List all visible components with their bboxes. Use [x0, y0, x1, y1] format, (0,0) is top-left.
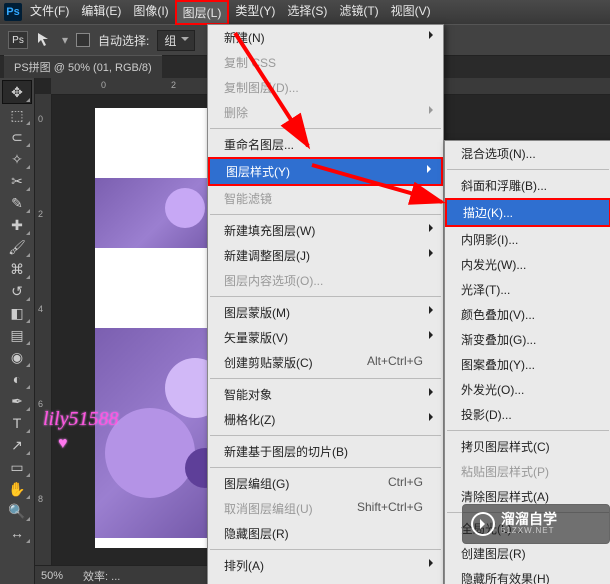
- menu-文件[interactable]: 文件(F): [24, 0, 75, 25]
- layer-menu-item-20[interactable]: 新建基于图层的切片(B): [208, 439, 443, 464]
- auto-select-label: 自动选择:: [98, 32, 149, 49]
- layer-menu-item-9[interactable]: 新建填充图层(W): [208, 218, 443, 243]
- style-menu-item-18[interactable]: 创建图层(R): [445, 541, 610, 566]
- style-menu-item-19[interactable]: 隐藏所有效果(H): [445, 566, 610, 584]
- style-menu-item-0[interactable]: 混合选项(N)...: [445, 141, 610, 166]
- layer-menu-item-27: 合并形状(H): [208, 578, 443, 584]
- efficiency-label: 效率: ...: [83, 568, 120, 584]
- watermark-text: lily51588 ♥: [43, 408, 119, 454]
- tool-type[interactable]: T: [3, 412, 31, 434]
- style-menu-item-4[interactable]: 内阴影(I)...: [445, 227, 610, 252]
- tool-pen[interactable]: ✒: [3, 390, 31, 412]
- layer-menu-item-0[interactable]: 新建(N): [208, 25, 443, 50]
- menu-视图[interactable]: 视图(V): [385, 0, 437, 25]
- style-menu-item-3[interactable]: 描边(K)...: [445, 198, 610, 227]
- style-menu-item-11[interactable]: 投影(D)...: [445, 402, 610, 427]
- doc-tab[interactable]: PS拼图 @ 50% (01, RGB/8): [4, 55, 162, 78]
- layer-menu-item-11: 图层内容选项(O)...: [208, 268, 443, 293]
- tool-heal[interactable]: ✚: [3, 214, 31, 236]
- layer-menu-item-23: 取消图层编组(U)Shift+Ctrl+G: [208, 496, 443, 521]
- menu-滤镜[interactable]: 滤镜(T): [333, 0, 384, 25]
- menu-图层[interactable]: 图层(L): [175, 0, 230, 25]
- style-menu-item-13[interactable]: 拷贝图层样式(C): [445, 434, 610, 459]
- style-menu-item-9[interactable]: 图案叠加(Y)...: [445, 352, 610, 377]
- layer-menu-item-5[interactable]: 重命名图层...: [208, 132, 443, 157]
- tool-gradient[interactable]: ▤: [3, 324, 31, 346]
- heart-icon: ♥: [58, 435, 68, 452]
- style-menu-item-5[interactable]: 内发光(W)...: [445, 252, 610, 277]
- tool-marquee[interactable]: ⬚: [3, 104, 31, 126]
- layer-menu-item-17[interactable]: 智能对象: [208, 382, 443, 407]
- watermark-logo: 溜溜自学51ZXW.NET: [462, 504, 610, 544]
- menu-类型[interactable]: 类型(Y): [229, 0, 281, 25]
- tool-wand[interactable]: ✧: [3, 148, 31, 170]
- panel-menu-icon[interactable]: Ps: [8, 31, 28, 49]
- layer-menu-item-1: 复制 CSS: [208, 50, 443, 75]
- toolbox: ✥⬚⊂✧✂✎✚🖌⌘↺◧▤◉◐✒T↗▭✋🔍↔: [0, 78, 35, 584]
- layer-menu-item-10[interactable]: 新建调整图层(J): [208, 243, 443, 268]
- tool-hand[interactable]: ✋: [3, 478, 31, 500]
- zoom-level[interactable]: 50%: [41, 570, 63, 582]
- layer-menu-item-2: 复制图层(D)...: [208, 75, 443, 100]
- tool-crop[interactable]: ✂: [3, 170, 31, 192]
- ruler-vertical: 02468: [35, 94, 52, 566]
- layer-menu-item-22[interactable]: 图层编组(G)Ctrl+G: [208, 471, 443, 496]
- app-window: Ps 文件(F)编辑(E)图像(I)图层(L)类型(Y)选择(S)滤镜(T)视图…: [0, 0, 610, 584]
- layer-menu-item-14[interactable]: 矢量蒙版(V): [208, 325, 443, 350]
- tool-eyedrop[interactable]: ✎: [3, 192, 31, 214]
- tool-lasso[interactable]: ⊂: [3, 126, 31, 148]
- menubar: Ps 文件(F)编辑(E)图像(I)图层(L)类型(Y)选择(S)滤镜(T)视图…: [0, 0, 610, 24]
- menu-图像[interactable]: 图像(I): [127, 0, 174, 25]
- layer-menu-item-13[interactable]: 图层蒙版(M): [208, 300, 443, 325]
- layer-menu-item-6[interactable]: 图层样式(Y): [208, 157, 443, 186]
- auto-select-target-dropdown[interactable]: 组: [157, 30, 195, 51]
- layer-menu-item-26[interactable]: 排列(A): [208, 553, 443, 578]
- layer-menu-item-3: 删除: [208, 100, 443, 125]
- play-icon: [471, 512, 495, 536]
- layer-menu-item-18[interactable]: 栅格化(Z): [208, 407, 443, 432]
- tool-move[interactable]: ✥: [2, 80, 32, 104]
- tool-zoom[interactable]: 🔍: [3, 500, 31, 522]
- style-menu-item-6[interactable]: 光泽(T)...: [445, 277, 610, 302]
- tool-eraser[interactable]: ◧: [3, 302, 31, 324]
- ps-logo-icon: Ps: [4, 3, 22, 21]
- style-menu-item-14: 粘贴图层样式(P): [445, 459, 610, 484]
- style-menu-item-10[interactable]: 外发光(O)...: [445, 377, 610, 402]
- style-menu-item-8[interactable]: 渐变叠加(G)...: [445, 327, 610, 352]
- style-menu-item-2[interactable]: 斜面和浮雕(B)...: [445, 173, 610, 198]
- tool-history[interactable]: ↺: [3, 280, 31, 302]
- menu-layer-dropdown: 新建(N)复制 CSS复制图层(D)...删除重命名图层...图层样式(Y)智能…: [207, 24, 444, 584]
- menu-选择[interactable]: 选择(S): [281, 0, 333, 25]
- tool-stamp[interactable]: ⌘: [3, 258, 31, 280]
- style-menu-item-7[interactable]: 颜色叠加(V)...: [445, 302, 610, 327]
- tool-blur[interactable]: ◉: [3, 346, 31, 368]
- layer-menu-item-24[interactable]: 隐藏图层(R): [208, 521, 443, 546]
- tool-dodge[interactable]: ◐: [3, 368, 31, 390]
- tool-rect[interactable]: ▭: [3, 456, 31, 478]
- auto-select-checkbox[interactable]: [76, 33, 90, 47]
- layer-menu-item-15[interactable]: 创建剪贴蒙版(C)Alt+Ctrl+G: [208, 350, 443, 375]
- menu-编辑[interactable]: 编辑(E): [75, 0, 127, 25]
- move-tool-icon: [36, 31, 54, 49]
- tool-brush[interactable]: 🖌: [3, 236, 31, 258]
- layer-menu-item-7: 智能滤镜: [208, 186, 443, 211]
- tool-swap[interactable]: ↔: [3, 522, 31, 544]
- tool-path[interactable]: ↗: [3, 434, 31, 456]
